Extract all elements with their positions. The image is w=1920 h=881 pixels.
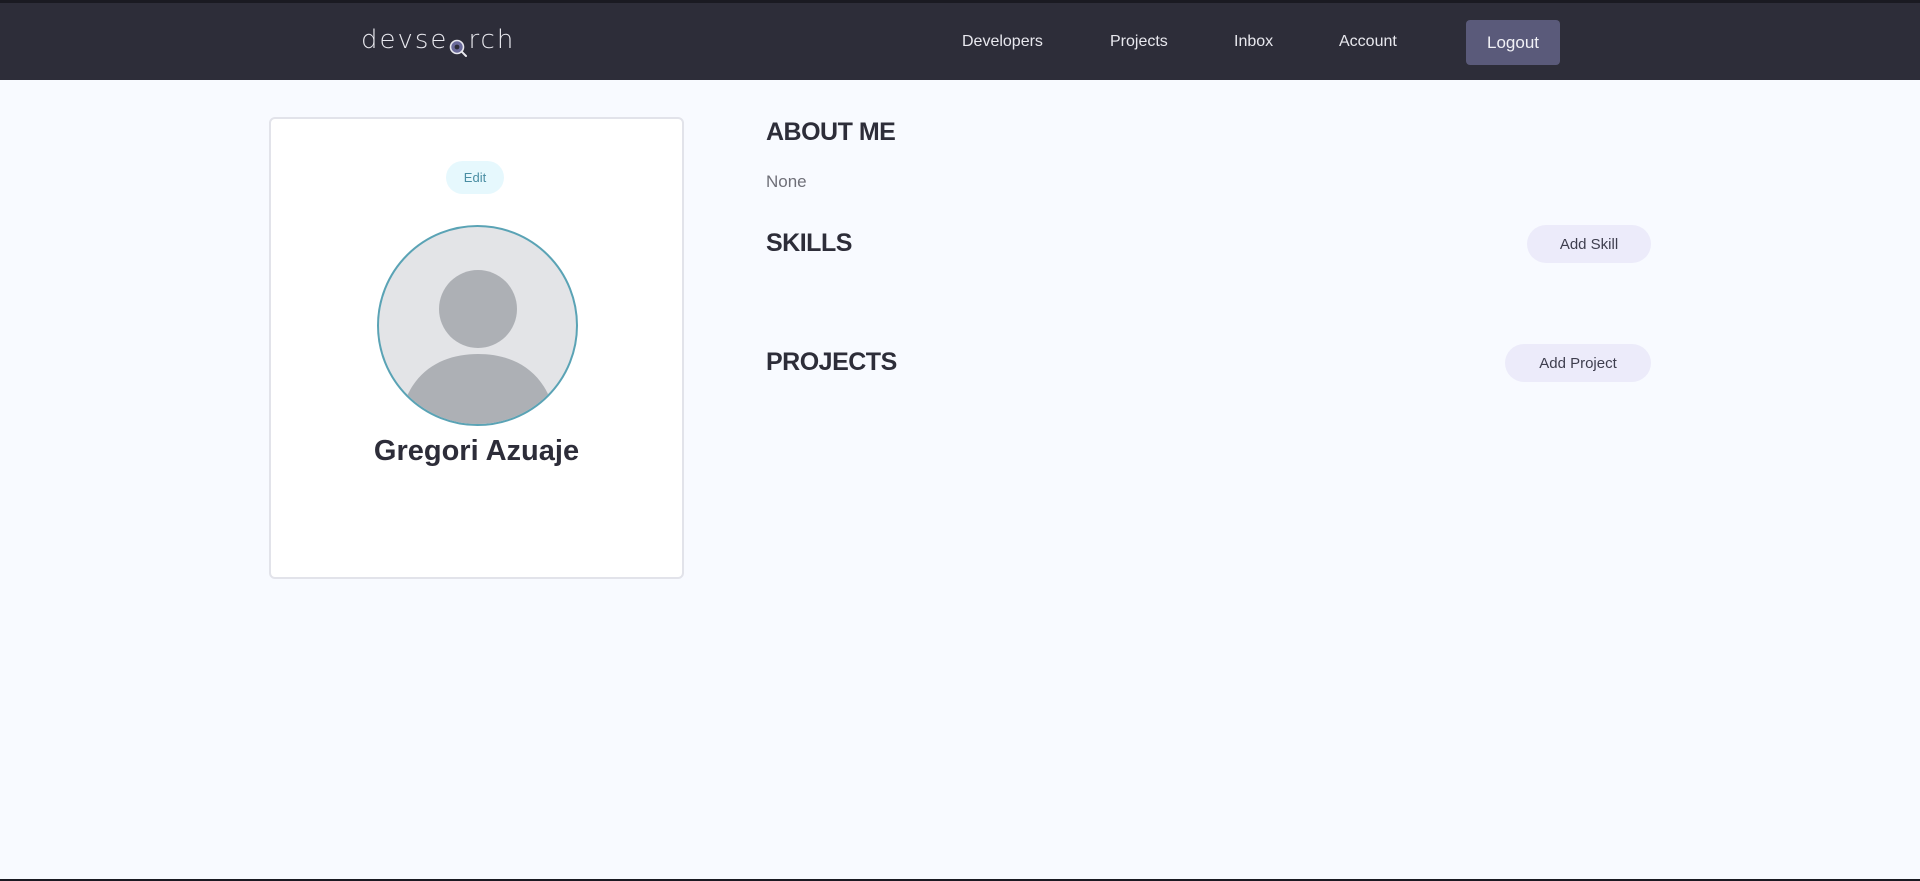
nav-developers[interactable]: Developers xyxy=(962,33,1043,51)
page: devse rch Developers Projects Inbox Acco… xyxy=(0,0,1920,881)
profile-card: Edit Gregori Azuaje xyxy=(269,117,684,579)
nav-projects[interactable]: Projects xyxy=(1110,33,1168,51)
skills-heading: SKILLS xyxy=(766,229,852,257)
logo-text-right: rch xyxy=(468,25,516,55)
logout-button[interactable]: Logout xyxy=(1466,20,1560,65)
nav-account[interactable]: Account xyxy=(1339,33,1397,51)
add-skill-button[interactable]: Add Skill xyxy=(1527,225,1651,263)
user-silhouette-icon xyxy=(403,270,553,424)
logo-text-left: devse xyxy=(361,25,449,55)
about-text: None xyxy=(766,172,807,191)
edit-profile-button[interactable]: Edit xyxy=(446,161,504,194)
avatar xyxy=(377,225,578,426)
top-navbar: devse rch Developers Projects Inbox Acco… xyxy=(0,3,1920,80)
add-project-button[interactable]: Add Project xyxy=(1505,344,1651,382)
profile-name: Gregori Azuaje xyxy=(373,435,580,467)
projects-heading: PROJECTS xyxy=(766,348,897,376)
magnifier-logo-icon xyxy=(449,34,468,57)
nav-inbox[interactable]: Inbox xyxy=(1234,33,1273,51)
about-heading: ABOUT ME xyxy=(766,118,896,146)
site-logo[interactable]: devse rch xyxy=(361,23,515,57)
